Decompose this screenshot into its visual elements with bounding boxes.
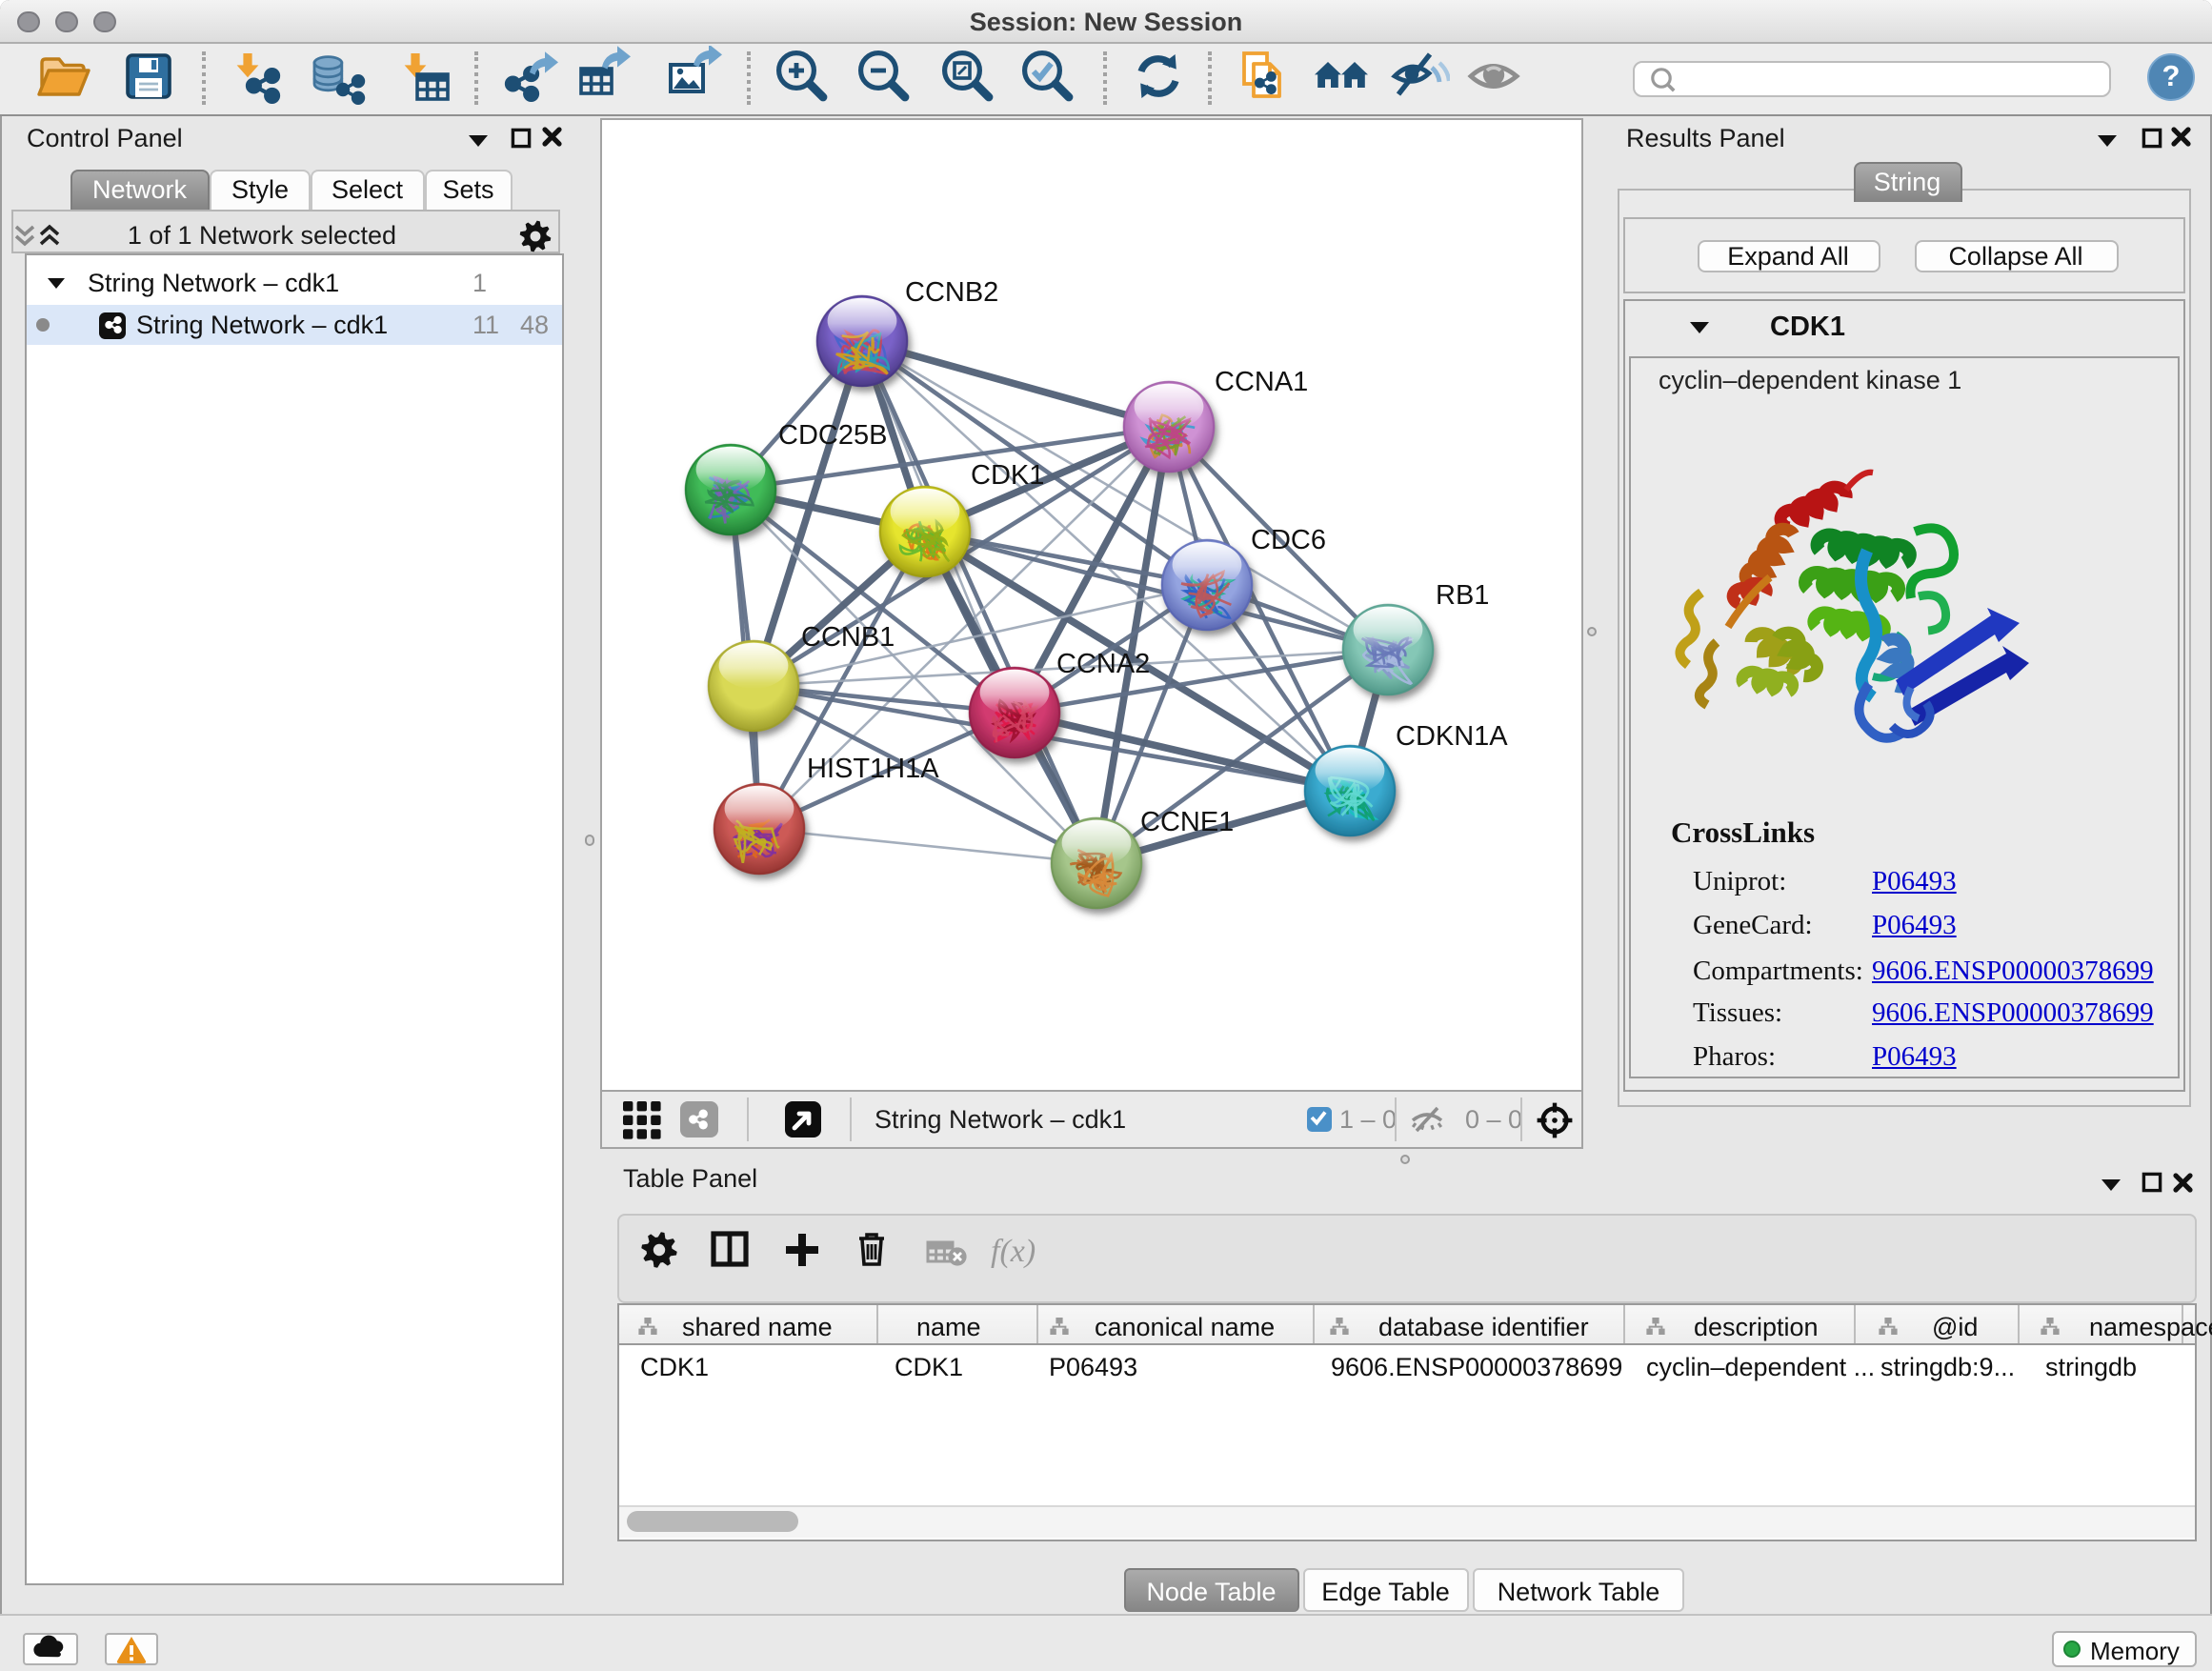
- svg-text:RB1: RB1: [1435, 580, 1488, 611]
- svg-text:CDK1: CDK1: [970, 460, 1043, 491]
- svg-text:CDC25B: CDC25B: [777, 420, 886, 451]
- svg-text:CCNB2: CCNB2: [904, 277, 997, 308]
- svg-text:CDC6: CDC6: [1250, 525, 1325, 555]
- svg-text:CCNE1: CCNE1: [1139, 807, 1233, 837]
- svg-text:CCNA1: CCNA1: [1214, 367, 1307, 397]
- svg-text:CCNB1: CCNB1: [800, 622, 894, 653]
- svg-text:CCNA2: CCNA2: [1056, 649, 1149, 679]
- svg-text:CDKN1A: CDKN1A: [1395, 721, 1507, 752]
- svg-text:HIST1H1A: HIST1H1A: [806, 754, 938, 784]
